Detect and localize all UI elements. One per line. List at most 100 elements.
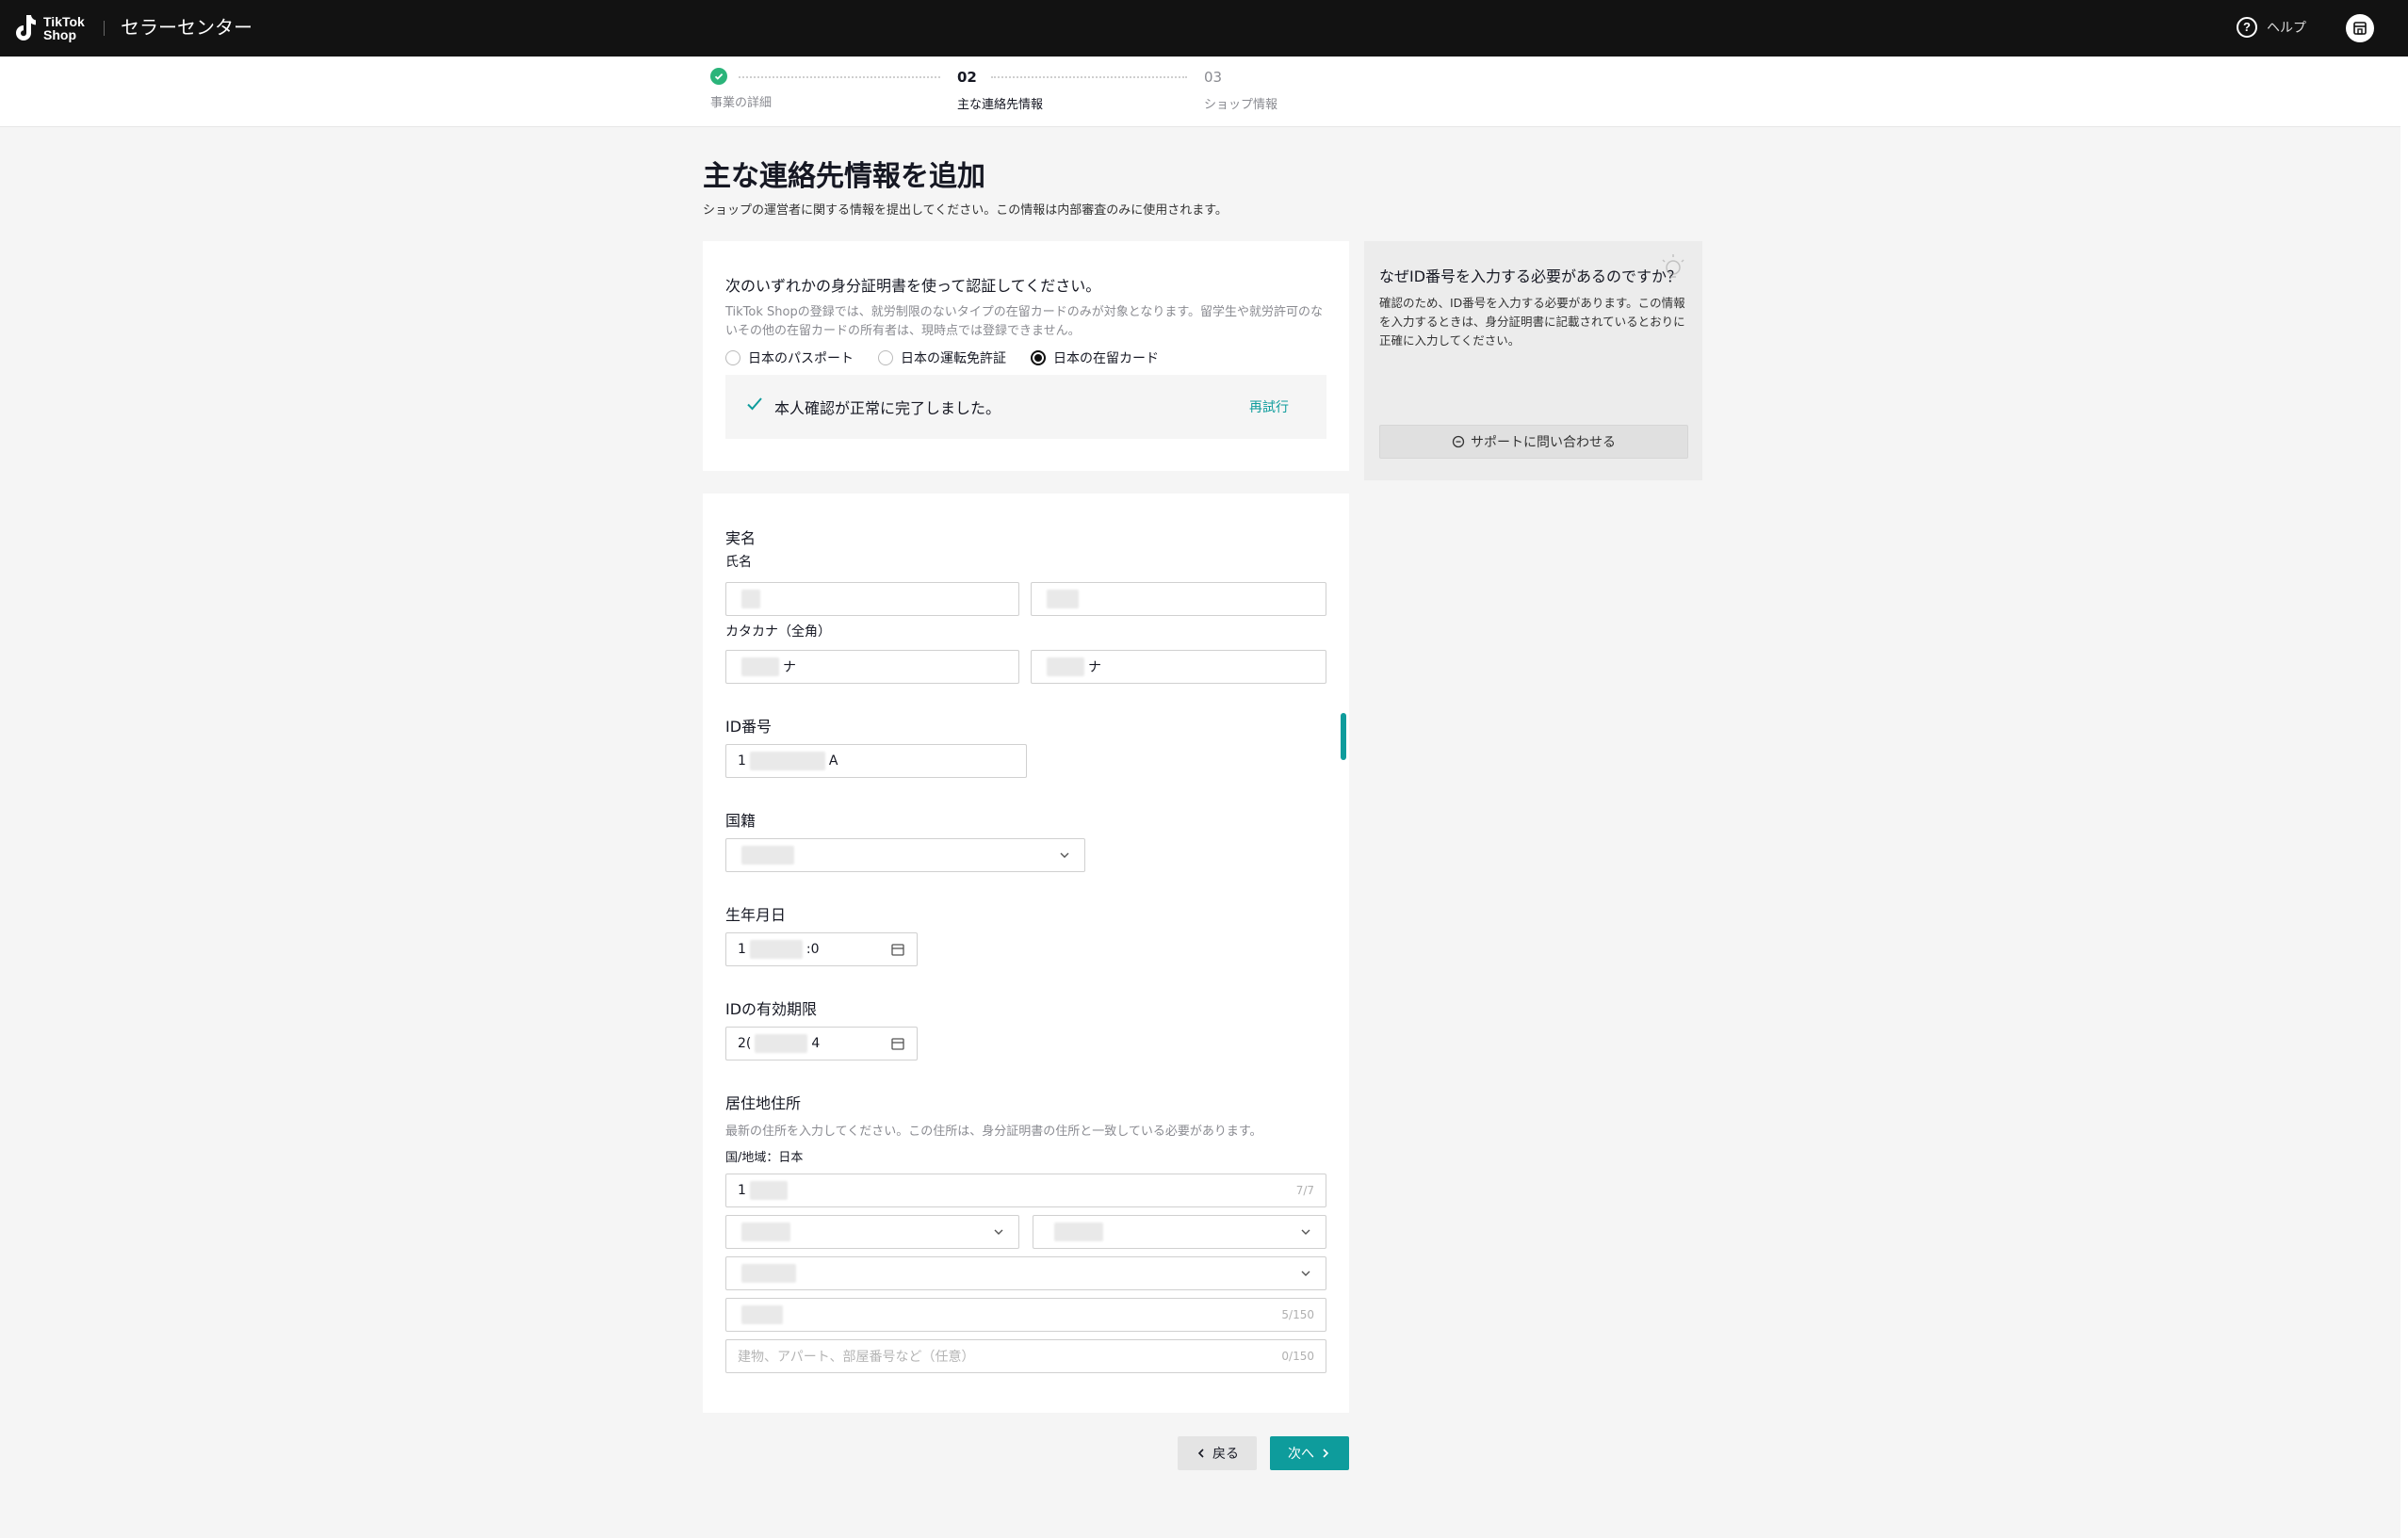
progress-stepper: 事業の詳細 02 主な連絡先情報 03 ショップ情報 <box>0 57 2408 127</box>
help-panel-description: 確認のため、ID番号を入力する必要があります。この情報を入力するときは、身分証明… <box>1379 296 1685 348</box>
contact-support-label: サポートに問い合わせる <box>1471 435 1616 450</box>
scroll-indicator[interactable] <box>1341 713 1346 760</box>
last-name-input[interactable] <box>725 582 1019 616</box>
id-number-label: ID番号 <box>725 718 773 736</box>
last-name-katakana-input[interactable]: ナ <box>725 650 1019 684</box>
logo-divider <box>104 21 105 36</box>
radio-residence-card-label: 日本の在留カード <box>1053 351 1159 366</box>
katakana-label: カタカナ（全角） <box>725 624 831 639</box>
id-expiry-picker[interactable]: 2( 4 <box>725 1027 918 1060</box>
nationality-label: 国籍 <box>725 812 757 830</box>
redacted-value <box>1054 1222 1103 1241</box>
redacted-value <box>749 1181 788 1200</box>
id-expiry-label: IDの有効期限 <box>725 1000 818 1018</box>
first-name-katakana-input[interactable]: ナ <box>1031 650 1326 684</box>
shop-menu-button[interactable] <box>2346 14 2374 42</box>
redacted-value <box>749 752 825 770</box>
step-3: 03 ショップ情報 <box>1204 68 1277 112</box>
next-button[interactable]: 次へ <box>1270 1436 1349 1470</box>
page-subtitle: ショップの運営者に関する情報を提出してください。この情報は内部審査のみに使用され… <box>703 203 1228 218</box>
retry-link[interactable]: 再試行 <box>1249 397 1289 416</box>
building-placeholder: 建物、アパート、部屋番号など（任意） <box>738 1350 975 1365</box>
tiktok-shop-logo[interactable]: TikTok Shop <box>11 13 85 43</box>
full-name-label: 氏名 <box>725 555 752 570</box>
redacted-value <box>749 940 803 959</box>
id-number-prefix: 1 <box>738 753 746 769</box>
redacted-value <box>741 657 779 676</box>
step-connector-2 <box>991 76 1187 78</box>
verification-status-text: 本人確認が正常に完了しました。 <box>774 399 1001 417</box>
street-address-counter: 5/150 <box>1281 1308 1314 1321</box>
store-icon <box>2353 22 2367 35</box>
radio-passport-label: 日本のパスポート <box>748 351 854 366</box>
back-label: 戻る <box>1212 1447 1239 1462</box>
redacted-value <box>1047 657 1084 676</box>
redacted-value <box>741 1305 783 1324</box>
redacted-value <box>1047 590 1079 608</box>
radio-drivers-license-label: 日本の運転免許証 <box>901 351 1006 366</box>
chevron-down-icon <box>1301 1229 1310 1235</box>
page-title: 主な連絡先情報を追加 <box>703 160 985 193</box>
nationality-select[interactable] <box>725 838 1085 872</box>
id-expiry-suffix: 4 <box>811 1036 821 1051</box>
birth-date-picker[interactable]: 1 :0 <box>725 932 918 966</box>
building-counter: 0/150 <box>1281 1350 1314 1363</box>
birth-date-prefix: 1 <box>738 942 746 957</box>
redacted-value <box>755 1034 808 1053</box>
logo-line-2: Shop <box>43 27 76 42</box>
back-button[interactable]: 戻る <box>1178 1436 1257 1470</box>
street-address-input[interactable]: 5/150 <box>725 1298 1326 1332</box>
help-label: ヘルプ <box>2267 21 2306 36</box>
chevron-down-icon <box>994 1229 1003 1235</box>
district-select[interactable] <box>725 1256 1326 1290</box>
first-name-input[interactable] <box>1031 582 1326 616</box>
step-connector-1 <box>739 76 940 78</box>
page-right-edge <box>2400 57 2408 1538</box>
next-label: 次へ <box>1288 1447 1314 1462</box>
step-1-label: 事業の詳細 <box>710 96 773 110</box>
calendar-icon <box>891 1038 904 1050</box>
chevron-left-icon <box>1197 1449 1204 1458</box>
birth-date-label: 生年月日 <box>725 906 787 924</box>
redacted-value <box>741 846 794 865</box>
step-3-number: 03 <box>1204 69 1223 86</box>
chat-bubble-icon <box>1452 435 1465 448</box>
real-name-section-label: 実名 <box>725 529 757 547</box>
logo-line-1: TikTok <box>43 14 85 29</box>
postal-code-prefix: 1 <box>738 1183 746 1198</box>
country-region-label: 国/地域：日本 <box>725 1151 804 1165</box>
radio-circle-icon <box>878 350 893 365</box>
calendar-icon <box>891 944 904 956</box>
contact-info-form: 実名 氏名 カタカナ（全角） ナ ナ ID番号 1 A 国籍 生年月日 1 :0… <box>703 494 1349 1413</box>
katakana-last-visible: ナ <box>783 660 796 675</box>
city-select[interactable] <box>1033 1215 1326 1249</box>
redacted-value <box>741 1264 796 1283</box>
id-help-panel: なぜID番号を入力する必要があるのですか？ 確認のため、ID番号を入力する必要が… <box>1364 241 1702 480</box>
help-panel-title: なぜID番号を入力する必要があるのですか？ <box>1379 267 1683 285</box>
radio-residence-card[interactable]: 日本の在留カード <box>1031 348 1159 367</box>
redacted-value <box>741 590 760 608</box>
step-2: 02 主な連絡先情報 <box>957 68 1043 112</box>
id-verification-card: 次のいずれかの身分証明書を使って認証してください。 TikTok Shopの登録… <box>703 241 1349 471</box>
radio-circle-icon <box>725 350 740 365</box>
step-2-label: 主な連絡先情報 <box>957 98 1044 112</box>
step-complete-check-icon <box>710 68 727 85</box>
help-link[interactable]: ? ヘルプ <box>2237 17 2306 38</box>
building-input[interactable]: 建物、アパート、部屋番号など（任意） 0/150 <box>725 1339 1326 1373</box>
help-icon: ? <box>2237 17 2257 38</box>
id-card-title: 次のいずれかの身分証明書を使って認証してください。 <box>725 277 1101 295</box>
chevron-right-icon <box>1323 1449 1329 1458</box>
katakana-first-visible: ナ <box>1088 660 1101 675</box>
radio-drivers-license[interactable]: 日本の運転免許証 <box>878 348 1006 367</box>
birth-date-suffix: :0 <box>805 942 820 957</box>
contact-support-button[interactable]: サポートに問い合わせる <box>1379 425 1688 459</box>
radio-passport[interactable]: 日本のパスポート <box>725 348 854 367</box>
postal-code-input[interactable]: 1 7/7 <box>725 1174 1326 1207</box>
top-bar: TikTok Shop セラーセンター ? ヘルプ <box>0 0 2408 57</box>
verification-status-box: 本人確認が正常に完了しました。 再試行 <box>725 375 1326 439</box>
id-number-input[interactable]: 1 A <box>725 744 1027 778</box>
step-1: 事業の詳細 <box>710 68 772 110</box>
redacted-value <box>741 1222 790 1241</box>
prefecture-select[interactable] <box>725 1215 1019 1249</box>
address-label: 居住地住所 <box>725 1094 802 1112</box>
